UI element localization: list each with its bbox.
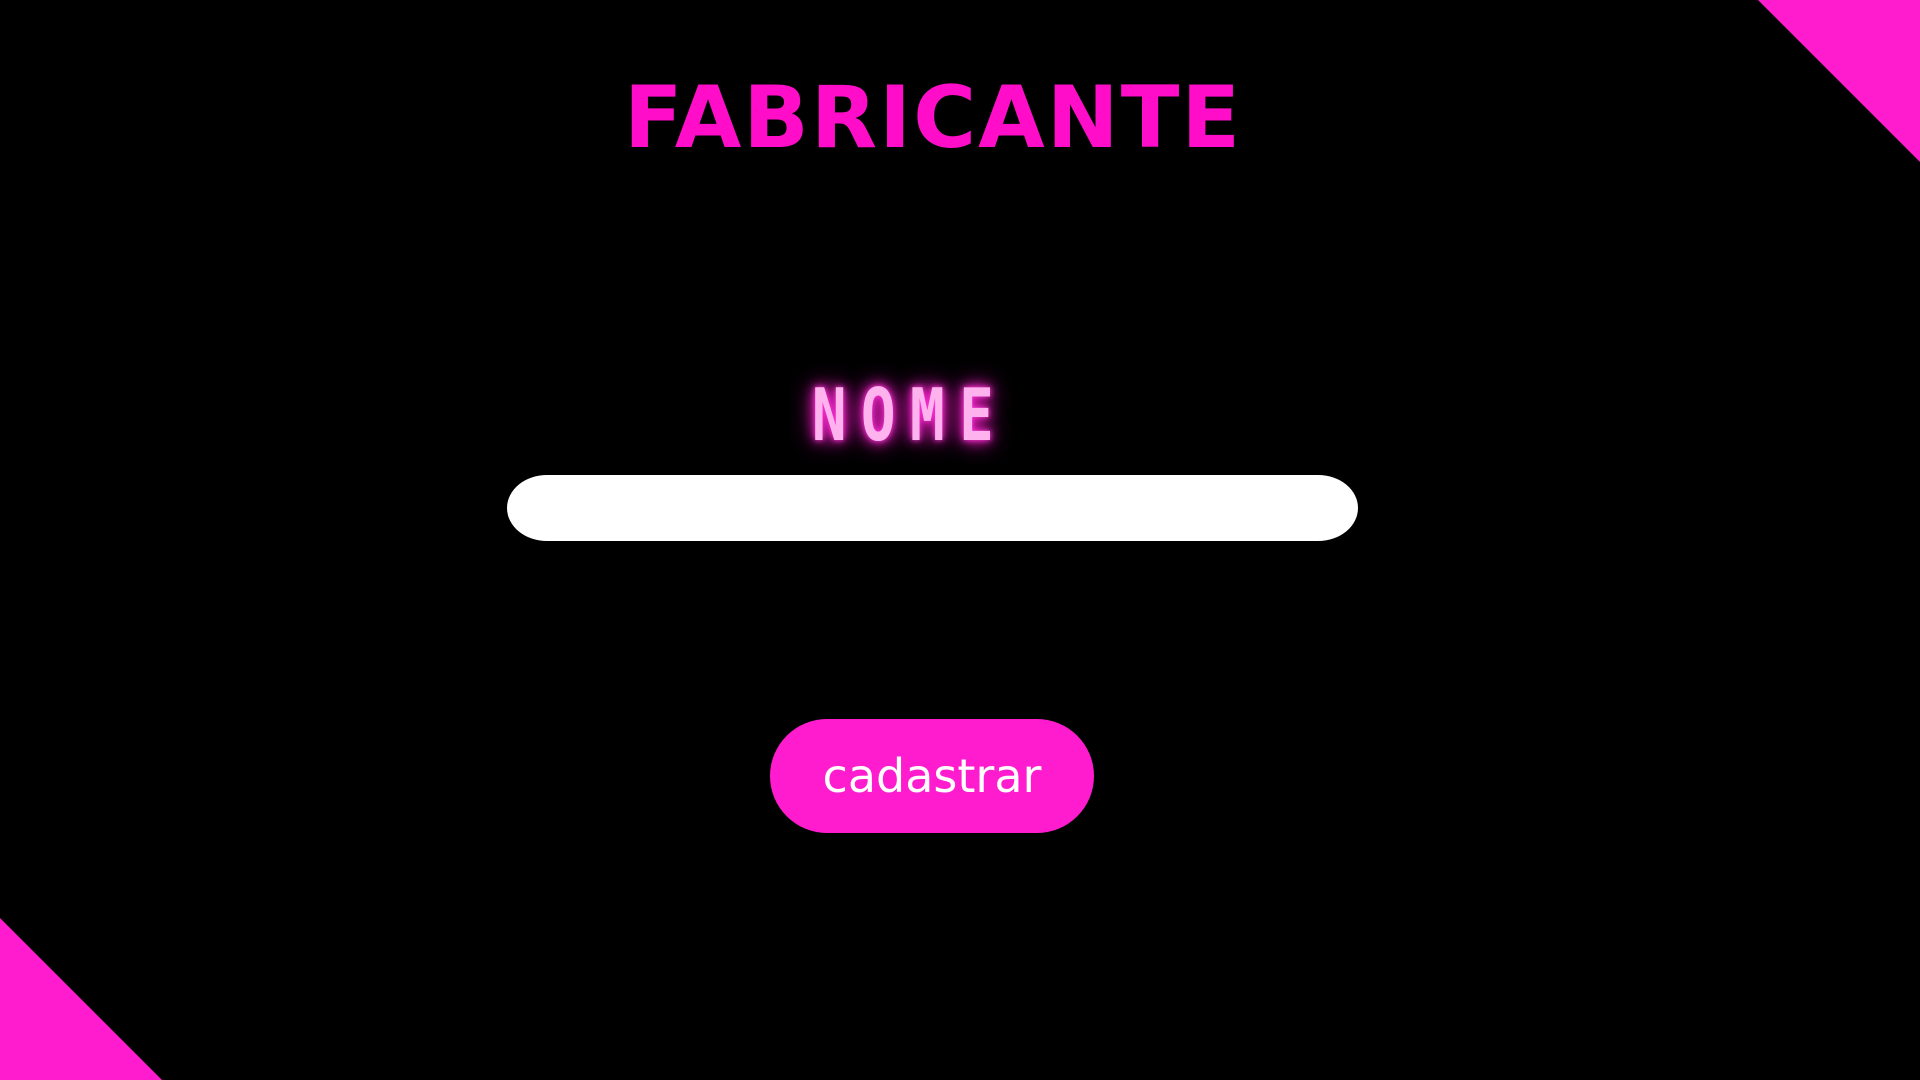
corner-decoration-bottom-left (0, 918, 162, 1080)
register-button[interactable]: cadastrar (770, 719, 1094, 833)
page: FABRICANTE NOME cadastrar (0, 0, 1920, 1080)
name-field-label: NOME (811, 373, 1009, 457)
name-input[interactable] (507, 475, 1358, 541)
page-title: FABRICANTE (623, 68, 1243, 168)
